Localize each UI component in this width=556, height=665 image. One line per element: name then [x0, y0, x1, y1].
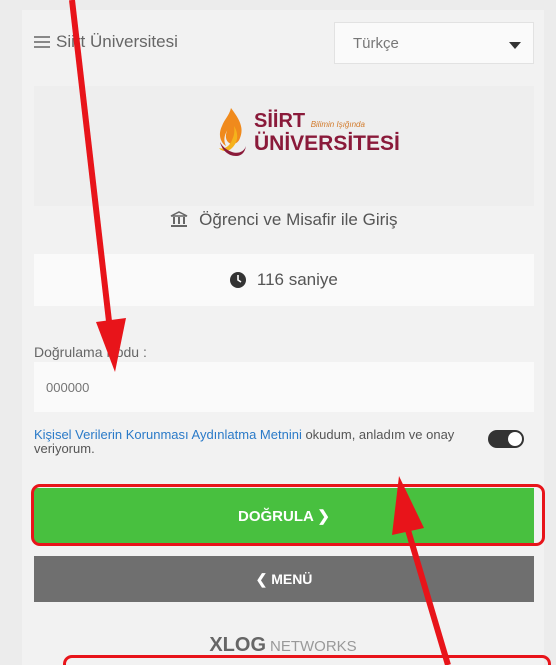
arrowhead-down — [96, 318, 126, 372]
arrow-to-code-field — [69, 0, 113, 331]
arrowhead-up — [392, 476, 424, 535]
annotation-arrows — [69, 0, 451, 665]
arrow-to-verify-button — [405, 529, 451, 665]
